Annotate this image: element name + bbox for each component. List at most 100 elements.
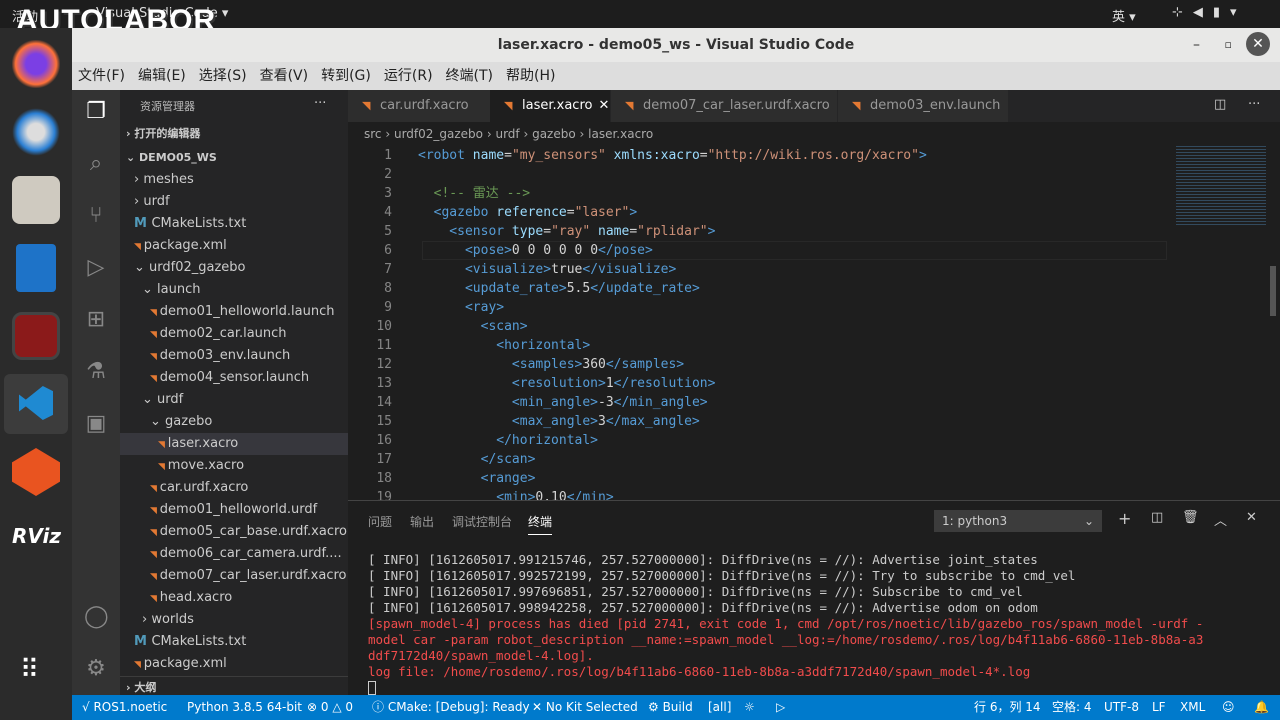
tree-folder[interactable]: ⌄ urdf: [120, 389, 348, 411]
tree-file[interactable]: ◥ demo04_sensor.launch: [120, 367, 348, 389]
settings-gear-icon[interactable]: ⚙: [84, 657, 108, 681]
status-encoding[interactable]: UTF-8: [1104, 695, 1139, 720]
account-icon[interactable]: ◯: [84, 605, 109, 629]
system-tray-icons[interactable]: ⊹◀▮▾: [1172, 5, 1247, 20]
open-editors-section[interactable]: › 打开的编辑器: [120, 123, 348, 145]
tree-file[interactable]: ◥ head.xacro: [120, 587, 348, 609]
tab-laser-xacro[interactable]: ◥ laser.xacro ✕: [490, 90, 610, 122]
breadcrumb-item[interactable]: src: [364, 127, 382, 141]
code-line[interactable]: </horizontal>: [418, 431, 598, 450]
tree-folder[interactable]: ⌄ gazebo: [120, 411, 348, 433]
code-line[interactable]: <robot name="my_sensors" xmlns:xacro="ht…: [418, 146, 927, 165]
remote-explorer-icon[interactable]: ▣: [84, 412, 108, 436]
status-spaces[interactable]: 空格: 4: [1052, 695, 1092, 720]
testing-icon[interactable]: ⚗: [84, 360, 108, 384]
files-icon[interactable]: [12, 176, 60, 224]
status-python[interactable]: Python 3.8.5 64-bit: [187, 695, 302, 720]
breadcrumb-item[interactable]: laser.xacro: [588, 127, 653, 141]
show-apps-icon[interactable]: ⠿: [20, 657, 39, 683]
tab-terminal[interactable]: 终端: [528, 513, 553, 535]
code-line[interactable]: <horizontal>: [418, 336, 590, 355]
status-position[interactable]: 行 6，列 14: [974, 695, 1041, 720]
tree-file[interactable]: M CMakeLists.txt: [120, 213, 348, 235]
thunderbird-icon[interactable]: [12, 108, 60, 156]
menu-view[interactable]: 查看(V): [260, 68, 309, 84]
explorer-icon[interactable]: ❐: [84, 100, 108, 124]
tree-file[interactable]: ◥ laser.xacro: [120, 433, 348, 455]
menu-go[interactable]: 转到(G): [321, 68, 371, 84]
code-line[interactable]: <resolution>1</resolution>: [418, 374, 716, 393]
status-eol[interactable]: LF: [1152, 695, 1166, 720]
writer-icon[interactable]: [16, 244, 56, 292]
code-line[interactable]: <samples>360</samples>: [418, 355, 684, 374]
code-line[interactable]: <ray>: [418, 298, 504, 317]
minimize-button[interactable]: –: [1193, 28, 1200, 62]
status-problems[interactable]: ⊗ 0 △ 0: [307, 695, 353, 720]
code-line[interactable]: <update_rate>5.5</update_rate>: [418, 279, 700, 298]
terminal-output[interactable]: [ INFO] [1612605017.991215746, 257.52700…: [368, 552, 1203, 680]
new-terminal-icon[interactable]: +: [1118, 509, 1131, 528]
tree-file[interactable]: ◥ package.xml: [120, 235, 348, 257]
tree-file[interactable]: ◥ demo07_car_laser.urdf.xacro: [120, 565, 348, 587]
status-build[interactable]: ⚙ Build: [648, 695, 693, 720]
tree-file[interactable]: ◥ demo03_env.launch: [120, 345, 348, 367]
tree-file[interactable]: ◥ demo01_helloworld.urdf: [120, 499, 348, 521]
code-line[interactable]: <range>: [418, 469, 536, 488]
code-line[interactable]: <sensor type="ray" name="rplidar">: [418, 222, 715, 241]
tree-file[interactable]: ◥ demo01_helloworld.launch: [120, 301, 348, 323]
tab-demo07-car-laser[interactable]: ◥ demo07_car_laser.urdf.xacro: [611, 90, 837, 122]
software-icon[interactable]: [12, 448, 60, 496]
code-line[interactable]: <visualize>true</visualize>: [418, 260, 676, 279]
tree-file[interactable]: ◥ demo02_car.launch: [120, 323, 348, 345]
close-panel-icon[interactable]: ✕: [1246, 510, 1257, 525]
run-icon[interactable]: ▷: [776, 695, 785, 720]
terminal-icon[interactable]: [12, 312, 60, 360]
notifications-icon[interactable]: 🔔: [1254, 695, 1269, 720]
tree-file[interactable]: ◥ move.xacro: [120, 455, 348, 477]
code-line[interactable]: </scan>: [418, 450, 536, 469]
search-icon[interactable]: ⌕: [84, 152, 108, 176]
minimap[interactable]: [1176, 146, 1266, 226]
rviz-icon[interactable]: RViz: [12, 524, 61, 548]
tree-file[interactable]: ◥ package.xml: [120, 653, 348, 675]
code-line[interactable]: <min_angle>-3</min_angle>: [418, 393, 708, 412]
code-line[interactable]: <max_angle>3</max_angle>: [418, 412, 700, 431]
tab-demo03-env-launch[interactable]: ◥ demo03_env.launch: [838, 90, 1008, 122]
firefox-icon[interactable]: [12, 40, 60, 88]
code-line[interactable]: <min>0.10</min>: [418, 488, 613, 500]
menu-selection[interactable]: 选择(S): [199, 68, 247, 84]
source-control-icon[interactable]: ⑂: [84, 204, 108, 228]
split-editor-icon[interactable]: ◫: [1214, 97, 1226, 112]
tab-car-urdf-xacro[interactable]: ◥ car.urdf.xacro: [348, 90, 490, 122]
tree-file[interactable]: ◥ car.urdf.xacro: [120, 477, 348, 499]
tree-folder[interactable]: › worlds: [120, 609, 348, 631]
code-line[interactable]: <!-- 雷达 -->: [418, 184, 530, 203]
status-ros[interactable]: √ ROS1.noetic: [82, 695, 167, 720]
maximize-panel-icon[interactable]: ︿: [1214, 510, 1227, 529]
menu-edit[interactable]: 编辑(E): [138, 68, 186, 84]
split-terminal-icon[interactable]: ◫: [1151, 510, 1163, 525]
status-language[interactable]: XML: [1180, 695, 1205, 720]
code-line[interactable]: <gazebo reference="laser">: [418, 203, 638, 222]
code-line[interactable]: <pose>0 0 0 0 0 0</pose>: [418, 241, 653, 260]
menu-help[interactable]: 帮助(H): [506, 68, 555, 84]
status-target[interactable]: [all]: [708, 695, 731, 720]
status-cmake[interactable]: ⓘ CMake: [Debug]: Ready: [372, 695, 530, 720]
trash-icon[interactable]: 🗑: [1182, 510, 1199, 525]
tab-output[interactable]: 输出: [410, 513, 434, 530]
tree-folder[interactable]: ⌄ DEMO05_WS: [120, 147, 348, 169]
extensions-icon[interactable]: ⊞: [84, 308, 108, 332]
menu-file[interactable]: 文件(F): [78, 68, 125, 84]
tab-problems[interactable]: 问题: [368, 513, 392, 530]
tree-folder[interactable]: ⌄ urdf02_gazebo: [120, 257, 348, 279]
close-tab-icon[interactable]: ✕: [598, 98, 609, 113]
tree-file[interactable]: ◥ demo05_car_base.urdf.xacro: [120, 521, 348, 543]
more-actions-button[interactable]: ···: [314, 96, 326, 111]
debug-icon[interactable]: ☼: [744, 695, 755, 720]
tree-folder[interactable]: ⌄ launch: [120, 279, 348, 301]
breadcrumb-item[interactable]: gazebo: [532, 127, 576, 141]
code-line[interactable]: <scan>: [418, 317, 528, 336]
tab-debug-console[interactable]: 调试控制台: [452, 513, 512, 530]
code-editor[interactable]: 1 <robot name="my_sensors" xmlns:xacro="h…: [348, 146, 1280, 500]
menu-run[interactable]: 运行(R): [384, 68, 433, 84]
